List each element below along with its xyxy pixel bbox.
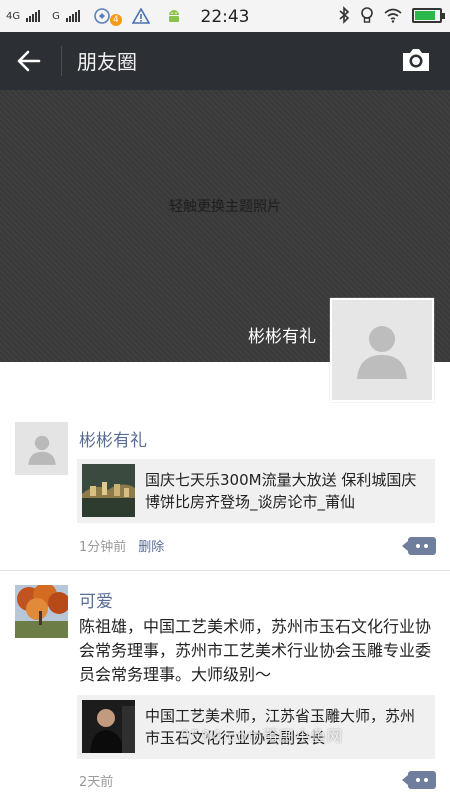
post-avatar[interactable] — [15, 585, 68, 638]
default-avatar-icon — [27, 435, 56, 465]
comment-dot-icon — [416, 544, 420, 548]
camera-icon — [403, 49, 429, 71]
owner-avatar[interactable] — [330, 298, 434, 402]
post-text: 陈祖雄，中国工艺美术师，苏州市玉石文化行业协会常务理事，苏州市工艺美术行业协会玉… — [79, 617, 432, 684]
status-icons — [338, 6, 445, 24]
page-title: 朋友圈 — [77, 50, 137, 74]
status-bar: 4G G 4 22:43 — [0, 0, 450, 32]
battery-icon — [412, 7, 445, 23]
shared-link-card[interactable]: 中国工艺美术师，江苏省玉雕大师，苏州市玉石文化行业协会副会长 — [77, 695, 435, 759]
moment-post: 彬彬有礼 国庆七天乐300M流量大放送 保利城国庆博饼比房齐登场_谈房论市_莆仙… — [0, 422, 450, 570]
post-author[interactable]: 彬彬有礼 — [79, 426, 147, 451]
post-avatar[interactable] — [15, 422, 68, 475]
default-avatar-icon — [357, 326, 407, 379]
delete-button[interactable]: 删除 — [138, 540, 164, 555]
post-time: 2天前 — [79, 775, 114, 790]
moment-post: 可爱 陈祖雄，中国工艺美术师，苏州市玉石文化行业协会常务理事，苏州市工艺美术行业… — [0, 585, 450, 800]
back-button[interactable] — [12, 44, 46, 78]
post-time: 1分钟前 — [79, 540, 127, 555]
wifi-icon — [384, 8, 402, 23]
arrow-left-icon — [17, 50, 41, 72]
shared-link-thumbnail — [82, 700, 135, 753]
change-cover-hint: 轻触更换主题照片 — [169, 199, 281, 215]
post-separator — [0, 570, 450, 571]
shared-link-thumbnail — [82, 464, 135, 517]
comment-dot-icon — [416, 778, 420, 782]
post-author[interactable]: 可爱 — [79, 587, 113, 612]
shared-link-title: 中国工艺美术师，江苏省玉雕大师，苏州市玉石文化行业协会副会长 — [145, 707, 416, 747]
comment-button[interactable] — [402, 537, 436, 555]
comment-dot-icon — [424, 544, 428, 548]
post-meta: 2天前 — [79, 771, 113, 790]
title-bar: 朋友圈 — [0, 32, 450, 90]
lightbulb-icon — [361, 7, 373, 23]
battery-level-fill — [415, 10, 436, 20]
comment-dot-icon — [424, 778, 428, 782]
comment-button[interactable] — [402, 771, 436, 789]
camera-button[interactable] — [400, 46, 432, 76]
title-divider — [61, 46, 62, 76]
shared-link-card[interactable]: 国庆七天乐300M流量大放送 保利城国庆博饼比房齐登场_谈房论市_莆仙 — [77, 459, 435, 523]
avatar-photo — [15, 585, 68, 638]
owner-name: 彬彬有礼 — [248, 327, 316, 347]
post-meta: 1分钟前 删除 — [79, 536, 164, 555]
bluetooth-icon — [339, 6, 350, 24]
shared-link-title: 国庆七天乐300M流量大放送 保利城国庆博饼比房齐登场_谈房论市_莆仙 — [145, 471, 417, 511]
